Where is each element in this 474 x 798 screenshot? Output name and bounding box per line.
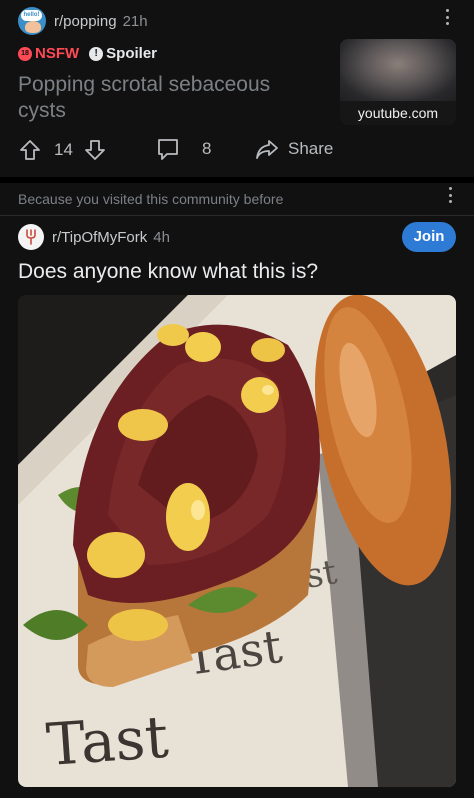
paper-print-text: Tast bbox=[44, 703, 170, 779]
link-domain: youtube.com bbox=[340, 101, 456, 125]
fork-icon bbox=[26, 229, 36, 245]
recommendation-reason: Because you visited this community befor… bbox=[18, 191, 284, 207]
upvote-arrow-icon[interactable] bbox=[18, 138, 42, 162]
post-timestamp: 4h bbox=[153, 228, 170, 246]
share-arrow-icon bbox=[256, 140, 278, 159]
post-card-tipofmyfork[interactable]: Because you visited this community befor… bbox=[0, 183, 474, 798]
photo-food-toast-icon: Tast Tast Tast bbox=[18, 295, 456, 787]
comments-button[interactable]: 8 bbox=[155, 136, 211, 162]
nsfw-tag: 18 NSFW bbox=[18, 45, 79, 62]
avatar-speech-bubble: hello! bbox=[21, 10, 42, 21]
post-timestamp: 21h bbox=[122, 12, 148, 30]
share-label: Share bbox=[288, 139, 334, 158]
nsfw-label: NSFW bbox=[35, 45, 80, 62]
post-community-row[interactable]: hello! r/popping 21h bbox=[18, 7, 148, 35]
comment-count: 8 bbox=[202, 139, 212, 158]
link-thumbnail[interactable]: youtube.com bbox=[340, 39, 456, 125]
post-title[interactable]: Popping scrotal sebaceous cysts bbox=[18, 72, 318, 124]
reason-separator bbox=[0, 215, 474, 216]
nsfw-18-icon: 18 bbox=[18, 46, 32, 61]
community-avatar[interactable] bbox=[18, 224, 44, 250]
post-flair-tags: 18 NSFW ! Spoiler bbox=[18, 45, 157, 62]
share-button[interactable]: Share bbox=[254, 136, 333, 162]
vote-count: 14 bbox=[54, 140, 73, 159]
community-avatar[interactable]: hello! bbox=[18, 7, 46, 35]
post-community-row[interactable]: r/TipOfMyFork 4h bbox=[18, 223, 170, 251]
spoiler-label: Spoiler bbox=[106, 45, 158, 62]
community-name[interactable]: r/popping bbox=[54, 13, 117, 30]
more-vertical-icon bbox=[449, 187, 453, 203]
post-card-popping[interactable]: hello! r/popping 21h 18 NSFW ! Spoiler P… bbox=[0, 0, 474, 177]
avatar-face-icon bbox=[25, 21, 41, 33]
overflow-menu-button[interactable] bbox=[446, 9, 450, 27]
post-title[interactable]: Does anyone know what this is? bbox=[18, 259, 318, 285]
community-name[interactable]: r/TipOfMyFork bbox=[52, 229, 147, 246]
vote-bar: 14 bbox=[18, 136, 107, 164]
downvote-arrow-icon[interactable] bbox=[83, 138, 107, 162]
blurred-preview-image bbox=[340, 39, 456, 101]
more-vertical-icon bbox=[446, 9, 450, 25]
post-image[interactable]: Tast Tast Tast bbox=[18, 295, 456, 787]
join-button[interactable]: Join bbox=[402, 222, 456, 252]
overflow-menu-button-2[interactable] bbox=[449, 187, 453, 205]
comment-bubble-icon bbox=[158, 139, 178, 160]
spoiler-alert-icon: ! bbox=[89, 46, 104, 61]
spoiler-tag: ! Spoiler bbox=[89, 45, 157, 62]
